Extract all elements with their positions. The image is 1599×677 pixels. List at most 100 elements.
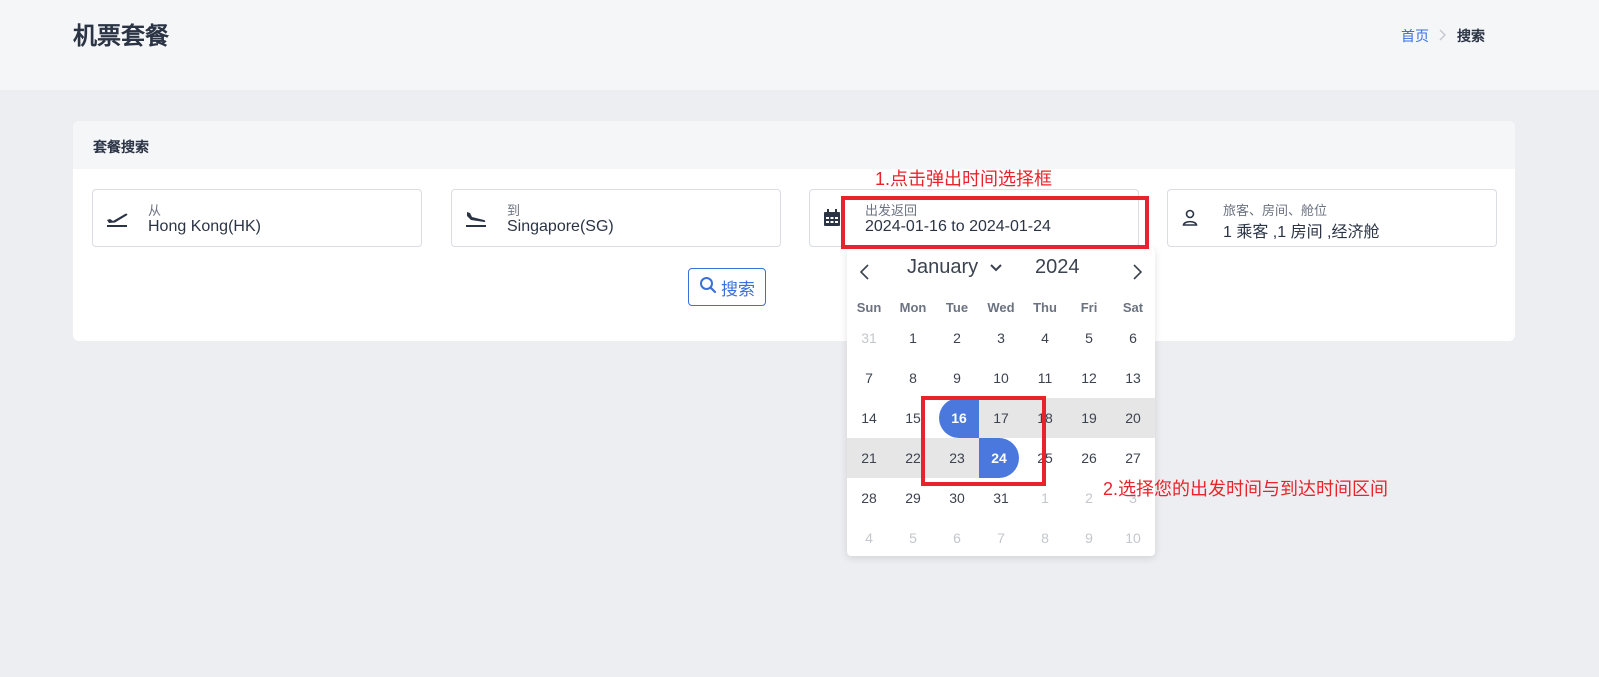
weekday-label: Mon	[899, 300, 927, 315]
day-number: 12	[1081, 370, 1097, 386]
day-number: 24	[979, 438, 1019, 478]
chevron-down-icon	[990, 256, 1002, 279]
day-number: 7	[865, 370, 873, 386]
calendar-day[interactable]: 25	[1023, 438, 1067, 478]
breadcrumb: 首页 搜索	[1401, 26, 1485, 46]
calendar-day[interactable]: 6	[935, 518, 979, 558]
date-range-label: 出发返回	[865, 203, 918, 218]
to-label: 到	[507, 203, 521, 218]
calendar-day[interactable]: 14	[847, 398, 891, 438]
day-number: 19	[1081, 410, 1097, 426]
from-value: Hong Kong(HK)	[148, 218, 261, 235]
day-number: 14	[861, 410, 877, 426]
calendar-day[interactable]: 31	[847, 318, 891, 358]
day-number: 21	[861, 450, 877, 466]
travelers-label: 旅客、房间、舱位	[1223, 203, 1328, 218]
calendar-day[interactable]: 2	[935, 318, 979, 358]
calendar-day[interactable]: 3	[979, 318, 1023, 358]
calendar-day[interactable]: 7	[979, 518, 1023, 558]
calendar-day[interactable]: 8	[891, 358, 935, 398]
chevron-left-icon[interactable]	[855, 262, 875, 282]
calendar-day[interactable]: 23	[935, 438, 979, 478]
calendar-day[interactable]: 29	[891, 478, 935, 518]
from-field[interactable]: 从 Hong Kong(HK)	[92, 189, 422, 247]
day-number: 10	[1125, 530, 1141, 546]
day-number: 5	[909, 530, 917, 546]
month-select[interactable]: January	[907, 256, 1002, 279]
card-title: 套餐搜索	[73, 121, 1515, 169]
day-number: 5	[1085, 330, 1093, 346]
user-icon	[1180, 208, 1204, 228]
calendar-day[interactable]: 10	[979, 358, 1023, 398]
chevron-right-icon[interactable]	[1127, 262, 1147, 282]
breadcrumb-home-link[interactable]: 首页	[1401, 26, 1429, 46]
day-number: 2	[1085, 490, 1093, 506]
calendar-day[interactable]: 20	[1111, 398, 1155, 438]
calendar-day[interactable]: 4	[1023, 318, 1067, 358]
weekday-label: Sun	[856, 300, 882, 315]
calendar-day[interactable]: 7	[847, 358, 891, 398]
calendar-day[interactable]: 28	[847, 478, 891, 518]
day-number: 18	[1037, 410, 1053, 426]
day-number: 4	[865, 530, 873, 546]
year-input[interactable]: 2024	[1035, 256, 1080, 279]
day-number: 13	[1125, 370, 1141, 386]
calendar-day[interactable]: 15	[891, 398, 935, 438]
day-number: 31	[993, 490, 1009, 506]
calendar-day[interactable]: 5	[891, 518, 935, 558]
calendar-day[interactable]: 31	[979, 478, 1023, 518]
calendar-day[interactable]: 6	[1111, 318, 1155, 358]
calendar-day[interactable]: 11	[1023, 358, 1067, 398]
search-icon	[699, 276, 717, 299]
annotation-step-1: 1.点击弹出时间选择框	[875, 169, 1053, 189]
calendar-day[interactable]: 12	[1067, 358, 1111, 398]
travelers-field[interactable]: 旅客、房间、舱位 1 乘客 ,1 房间 ,经济舱	[1167, 189, 1497, 247]
plane-landing-icon	[464, 208, 488, 228]
calendar-day[interactable]: 21	[847, 438, 891, 478]
day-number: 25	[1037, 450, 1053, 466]
weekday-label: Thu	[1033, 300, 1057, 315]
date-range-field[interactable]: 出发返回 2024-01-16 to 2024-01-24	[809, 189, 1139, 247]
calendar-day[interactable]: 1	[1023, 478, 1067, 518]
page-title: 机票套餐	[73, 23, 169, 50]
calendar-day[interactable]: 17	[979, 398, 1023, 438]
to-value: Singapore(SG)	[507, 218, 614, 235]
date-range-value: 2024-01-16 to 2024-01-24	[865, 218, 1051, 235]
travelers-value: 1 乘客 ,1 房间 ,经济舱	[1223, 224, 1380, 241]
calendar-day[interactable]: 19	[1067, 398, 1111, 438]
weekday-label: Tue	[945, 300, 969, 315]
day-number: 3	[997, 330, 1005, 346]
day-range-start[interactable]: 16	[935, 398, 979, 438]
calendar-day[interactable]: 10	[1111, 518, 1155, 558]
day-number: 10	[993, 370, 1009, 386]
calendar-day[interactable]: 30	[935, 478, 979, 518]
plane-takeoff-icon	[105, 208, 129, 228]
calendar-day[interactable]: 18	[1023, 398, 1067, 438]
calendar-day[interactable]: 26	[1067, 438, 1111, 478]
top-header: 机票套餐 首页 搜索	[0, 0, 1599, 90]
day-number: 8	[909, 370, 917, 386]
calendar-day[interactable]: 4	[847, 518, 891, 558]
calendar-day[interactable]: 5	[1067, 318, 1111, 358]
weekday-label: Wed	[987, 300, 1015, 315]
calendar-day[interactable]: 1	[891, 318, 935, 358]
date-picker-popup: January 2024 Sun Mon Tue Wed Thu Fri Sat 31 1 2 3…	[847, 248, 1155, 556]
day-number: 7	[997, 530, 1005, 546]
day-number: 22	[905, 450, 921, 466]
to-field[interactable]: 到 Singapore(SG)	[451, 189, 781, 247]
breadcrumb-current: 搜索	[1457, 28, 1485, 44]
day-number: 30	[949, 490, 965, 506]
day-range-end[interactable]: 24	[979, 438, 1023, 478]
day-number: 1	[1041, 490, 1049, 506]
day-number: 9	[953, 370, 961, 386]
calendar-day[interactable]: 9	[1067, 518, 1111, 558]
calendar-day[interactable]: 9	[935, 358, 979, 398]
calendar-day[interactable]: 27	[1111, 438, 1155, 478]
day-number: 27	[1125, 450, 1141, 466]
calendar-day[interactable]: 22	[891, 438, 935, 478]
calendar-day[interactable]: 13	[1111, 358, 1155, 398]
day-number: 6	[1129, 330, 1137, 346]
calendar-day[interactable]: 8	[1023, 518, 1067, 558]
from-label: 从	[148, 203, 162, 218]
search-button[interactable]: 搜索	[688, 268, 766, 306]
